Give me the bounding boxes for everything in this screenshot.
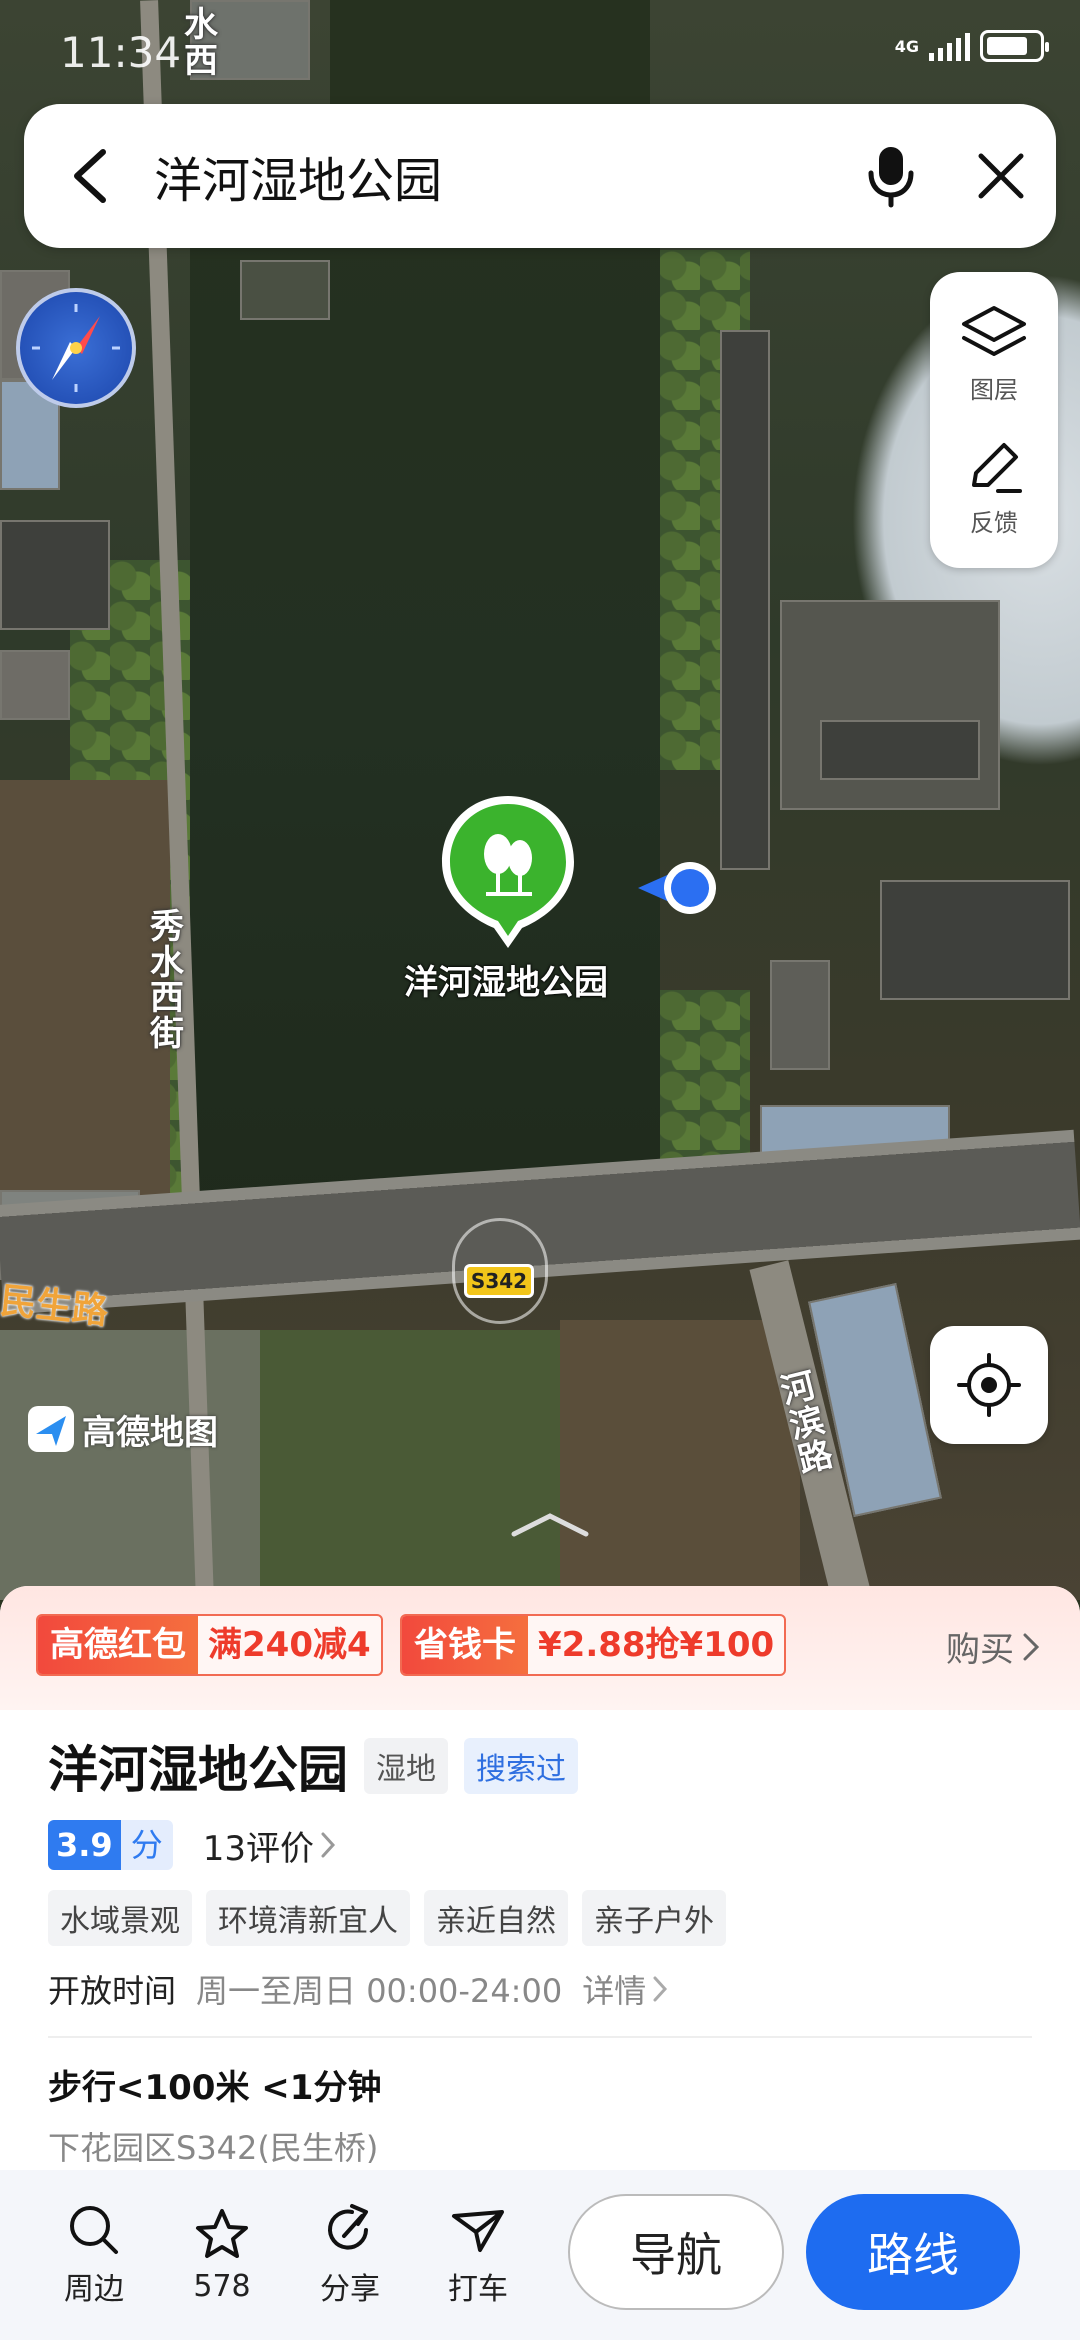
buy-link[interactable]: 购买 <box>946 1622 1040 1671</box>
reviews-count: 13评价 <box>202 1828 314 1869</box>
score-badge: 3.9 分 <box>48 1820 173 1870</box>
compass-icon <box>32 304 120 392</box>
clear-search-button[interactable] <box>946 104 1056 248</box>
status-icons: 4G <box>894 30 1049 62</box>
map-building <box>240 260 330 320</box>
poi-label: 洋河湿地公园 <box>404 963 608 1003</box>
rating-row: 3.9 分 13评价 <box>48 1820 1032 1870</box>
opening-hours-row[interactable]: 开放时间 周一至周日 00:00-24:00 详情 <box>48 1966 1032 2012</box>
amap-logo-icon <box>28 1406 74 1452</box>
promo-strip: 高德红包 满240减4 省钱卡 ¥2.88抢¥100 购买 <box>0 1586 1080 1710</box>
taxi-icon <box>452 2210 504 2252</box>
compass-button[interactable] <box>16 288 136 408</box>
amap-logo: 高德地图 <box>26 1404 218 1454</box>
layers-icon <box>962 306 1026 356</box>
signal-icon <box>929 31 970 61</box>
feature-tags: 水域景观 环境清新宜人 亲近自然 亲子户外 <box>48 1890 1032 1946</box>
search-bar[interactable]: 洋河湿地公园 <box>24 104 1056 248</box>
share-icon <box>328 2204 368 2250</box>
network-type: 4G <box>894 36 919 56</box>
road-label-left: 秀水西街 <box>150 907 184 1055</box>
map-tools-panel: 图层 反馈 <box>930 272 1058 568</box>
search-icon <box>70 2206 118 2254</box>
nearby-button[interactable]: 周边 <box>30 2202 158 2308</box>
map-ground <box>0 780 170 1200</box>
share-button[interactable]: 分享 <box>286 2202 414 2308</box>
back-button[interactable] <box>24 104 154 248</box>
feature-tag: 环境清新宜人 <box>206 1890 410 1946</box>
layers-label: 图层 <box>970 376 1018 404</box>
status-time: 11:34 <box>60 28 182 77</box>
amap-logo-text: 高德地图 <box>82 1412 218 1453</box>
hours-detail-link[interactable]: 详情 <box>582 1966 668 2012</box>
map-building <box>880 880 1070 1000</box>
coupon-saving-card-value: ¥2.88抢¥100 <box>538 1625 775 1665</box>
layers-button[interactable]: 图层 <box>958 302 1030 405</box>
road-label-bottom-left: 民生路 <box>0 1280 110 1333</box>
coupon-saving-card-tag: 省钱卡 <box>402 1616 528 1674</box>
bottom-action-bar: 周边 578 分享 打车 导航 路线 <box>0 2170 1080 2340</box>
hours-label: 开放时间 <box>48 1972 177 2010</box>
chevron-right-icon <box>321 1832 335 1858</box>
score-value: 3.9 <box>48 1820 121 1870</box>
crosshair-icon <box>957 1353 1021 1417</box>
battery-icon <box>980 30 1049 62</box>
coupon-saving-card[interactable]: 省钱卡 ¥2.88抢¥100 <box>400 1614 787 1676</box>
divider <box>48 2036 1032 2038</box>
map-building <box>770 960 830 1070</box>
search-query[interactable]: 洋河湿地公园 <box>154 141 836 211</box>
feedback-button[interactable]: 反馈 <box>962 435 1026 538</box>
route-button[interactable]: 路线 <box>806 2194 1020 2310</box>
searched-badge: 搜索过 <box>464 1738 578 1794</box>
place-address: 下花园区S342(民生桥) <box>48 2129 379 2167</box>
taxi-button[interactable]: 打车 <box>414 2202 542 2308</box>
map-ground <box>260 1330 560 1600</box>
taxi-label: 打车 <box>448 2272 508 2307</box>
nearby-label: 周边 <box>64 2272 124 2307</box>
close-icon <box>978 153 1024 199</box>
place-info: 洋河湿地公园 湿地 搜索过 3.9 分 13评价 水域景观 环境清新宜人 亲近自… <box>0 1730 1080 2169</box>
lake <box>190 180 660 1240</box>
chevron-right-icon <box>1023 1633 1040 1660</box>
feature-tag: 水域景观 <box>48 1890 192 1946</box>
battery-fill <box>987 37 1027 55</box>
road-label-top: 水西 <box>184 5 218 81</box>
sheet-grab-icon[interactable] <box>510 1510 590 1538</box>
map-building <box>0 520 110 630</box>
star-icon <box>196 2208 248 2258</box>
score-unit: 分 <box>120 1820 173 1870</box>
reviews-link[interactable]: 13评价 <box>203 1821 336 1870</box>
feature-tag: 亲子户外 <box>582 1890 726 1946</box>
locate-me-button[interactable] <box>930 1326 1048 1444</box>
map-building <box>820 720 980 780</box>
favorite-button[interactable]: 578 <box>158 2207 286 2304</box>
edit-pencil-icon <box>972 443 1022 493</box>
hours-value: 周一至周日 00:00-24:00 <box>196 1972 563 2010</box>
walk-distance: 步行<100米 <1分钟 <box>48 2068 382 2108</box>
hours-detail-label: 详情 <box>582 1972 647 2010</box>
coupon-red-packet-value: 满240减4 <box>208 1625 371 1665</box>
category-chip: 湿地 <box>364 1738 448 1794</box>
favorite-count: 578 <box>193 2268 251 2304</box>
microphone-icon <box>868 147 914 208</box>
buy-label: 购买 <box>946 1630 1014 1670</box>
place-title: 洋河湿地公园 <box>48 1741 348 1799</box>
title-row: 洋河湿地公园 湿地 搜索过 <box>48 1730 1032 1802</box>
chevron-right-icon <box>653 1976 668 2002</box>
coupon-red-packet[interactable]: 高德红包 满240减4 <box>36 1614 383 1676</box>
navigate-button[interactable]: 导航 <box>568 2194 784 2310</box>
map-building <box>720 330 770 870</box>
map-ground <box>560 1320 800 1600</box>
coupon-red-packet-tag: 高德红包 <box>38 1616 198 1674</box>
feedback-label: 反馈 <box>970 509 1018 537</box>
my-location-icon <box>638 862 716 914</box>
map-building <box>0 650 70 720</box>
back-arrow-icon <box>74 149 106 203</box>
poi-pin-icon[interactable] <box>436 792 580 952</box>
voice-search-button[interactable] <box>836 104 946 248</box>
map-ground <box>0 1330 270 1600</box>
feature-tag: 亲近自然 <box>424 1890 568 1946</box>
share-label: 分享 <box>320 2272 380 2307</box>
route-shield: S342 <box>464 1264 534 1298</box>
